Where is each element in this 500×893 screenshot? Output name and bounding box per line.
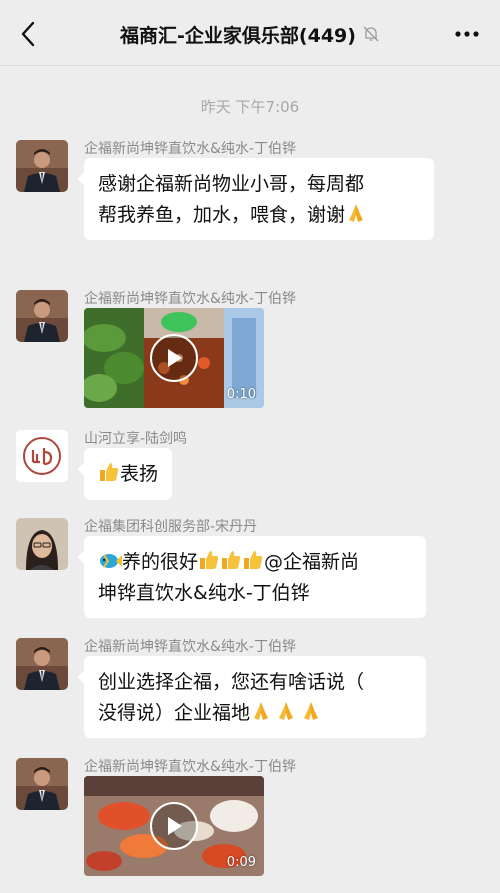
video-message[interactable]: 0:09 (84, 776, 264, 876)
thumbs-up-icon (200, 551, 263, 569)
avatar-woman (16, 518, 68, 570)
message-line: 表扬 (120, 463, 159, 485)
message-item: 山河立享-陆剑鸣 表扬 (16, 430, 486, 510)
avatar-man-suit (16, 758, 68, 810)
mention-text[interactable]: @企福新尚 (264, 551, 359, 573)
more-button[interactable] (452, 22, 482, 46)
message-bubble[interactable]: 养的很好 @企福新尚 坤铧直饮水&纯水-丁伯铧 (77, 536, 426, 618)
avatar[interactable] (16, 638, 68, 690)
sender-name: 企福新尚坤铧直饮水&纯水-丁伯铧 (84, 639, 296, 655)
back-button[interactable] (14, 20, 42, 48)
avatar[interactable] (16, 518, 68, 570)
message-line: 创业选择企福，您还有啥话说（ (98, 671, 365, 693)
message-line: 坤铧直饮水&纯水-丁伯铧 (98, 582, 310, 604)
message-text: 养的很好 (122, 551, 199, 573)
message-line: 养的很好 @企福新尚 (98, 547, 412, 578)
sender-name: 企福新尚坤铧直饮水&纯水-丁伯铧 (84, 141, 296, 157)
video-message[interactable]: 0:10 (84, 308, 264, 408)
message-bubble[interactable]: 表扬 (76, 448, 173, 500)
play-button[interactable] (150, 334, 198, 382)
thumbs-up-icon (100, 463, 119, 481)
message-line-with-emoji: 没得说）企业福地 (98, 698, 412, 729)
message-item: 企福新尚坤铧直饮水&纯水-丁伯铧 0:10 (16, 290, 486, 415)
video-duration: 0:09 (226, 855, 256, 870)
chevron-left-icon (21, 21, 35, 47)
chat-title: 福商汇-企业家俱乐部(449) (120, 24, 356, 47)
sender-name: 山河立享-陆剑鸣 (84, 431, 188, 447)
avatar[interactable] (16, 140, 68, 192)
play-icon (168, 817, 182, 835)
play-button[interactable] (150, 802, 198, 850)
sender-name: 企福集团科创服务部-宋丹丹 (84, 519, 258, 535)
sender-name: 企福新尚坤铧直饮水&纯水-丁伯铧 (84, 759, 296, 775)
chat-title-area: 福商汇-企业家俱乐部(449) (60, 20, 440, 48)
avatar-seal-logo (16, 430, 68, 482)
more-dots-icon (455, 31, 479, 37)
avatar-man-suit (16, 638, 68, 690)
message-bubble[interactable]: 感谢企福新尚物业小哥，每周都 帮我养鱼，加水，喂食，谢谢 (77, 158, 434, 240)
message-bubble[interactable]: 创业选择企福，您还有啥话说（ 没得说）企业福地 (77, 656, 426, 738)
folded-hands-icon (349, 204, 364, 222)
play-icon (168, 349, 182, 367)
folded-hands-icon (254, 702, 319, 720)
message-item: 企福集团科创服务部-宋丹丹 养的很好 @企福新尚 坤铧直饮水&纯水-丁伯铧 (16, 518, 486, 628)
avatar[interactable] (16, 758, 68, 810)
avatar[interactable] (16, 430, 68, 482)
avatar[interactable] (16, 290, 68, 342)
message-item: 企福新尚坤铧直饮水&纯水-丁伯铧 感谢企福新尚物业小哥，每周都 帮我养鱼，加水，… (16, 140, 486, 270)
chat-timestamp: 昨天 下午7:06 (200, 98, 300, 116)
avatar-man-suit (16, 140, 68, 192)
tropical-fish-icon (100, 554, 122, 568)
message-item: 企福新尚坤铧直饮水&纯水-丁伯铧 0:09 (16, 758, 486, 888)
message-line-with-emoji: 帮我养鱼，加水，喂食，谢谢 (98, 200, 420, 231)
message-line: 感谢企福新尚物业小哥，每周都 (98, 173, 365, 195)
avatar-man-suit (16, 290, 68, 342)
message-item: 企福新尚坤铧直饮水&纯水-丁伯铧 创业选择企福，您还有啥话说（ 没得说）企业福地 (16, 638, 486, 748)
message-line: 没得说）企业福地 (98, 702, 251, 724)
video-duration: 0:10 (226, 387, 256, 402)
chat-header: 福商汇-企业家俱乐部(449) (0, 0, 500, 66)
sender-name: 企福新尚坤铧直饮水&纯水-丁伯铧 (84, 291, 296, 307)
message-line: 帮我养鱼，加水，喂食，谢谢 (98, 204, 346, 226)
bell-slash-icon (363, 26, 379, 42)
